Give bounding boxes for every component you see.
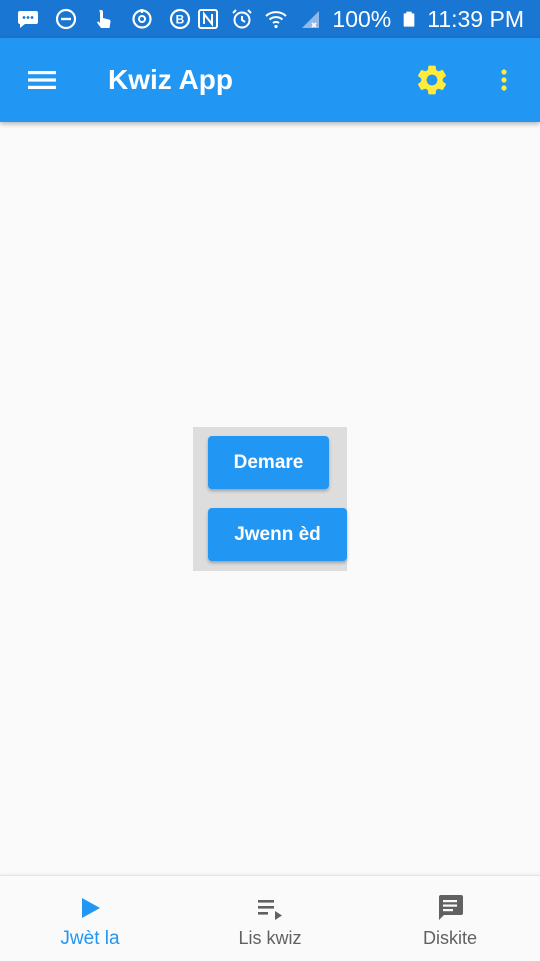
get-help-button[interactable]: Jwenn èd [208,508,347,561]
bottom-navigation: Jwèt la Lis kwiz Diskite [0,875,540,961]
alarm-icon [232,9,253,29]
start-button[interactable]: Demare [208,436,329,489]
clock: 11:39 PM [427,5,524,32]
messages-icon [18,11,38,28]
menu-icon[interactable] [24,62,60,98]
battery-percent: 100% [332,5,392,32]
sync-alarm-icon [132,9,152,29]
action-panel: Demare Jwenn èd [193,427,347,571]
nav-item-label: Lis kwiz [238,928,302,948]
status-bar: B 100% 11:39 PM [0,0,540,38]
notification-icons: B [16,6,192,32]
nav-item-label: Jwèt la [60,928,120,949]
playlist-play-icon [258,900,282,920]
more-vert-icon[interactable] [486,62,522,98]
nfc-icon [198,9,219,29]
app-title: Kwiz App [108,64,233,95]
chat-icon [439,895,463,920]
b-app-icon: B [169,8,191,30]
nav-item-quiz-list[interactable]: Lis kwiz [180,876,360,961]
do-not-disturb-icon [55,8,77,30]
gear-icon[interactable] [414,62,450,98]
nav-item-discuss[interactable]: Diskite [360,876,540,961]
touch-gesture-icon [97,9,111,28]
play-icon [82,898,100,918]
app-bar: Kwiz App [0,38,540,122]
wifi-icon [265,11,288,29]
svg-text:B: B [176,13,185,27]
system-icons: 100% 11:39 PM [196,0,524,38]
signal-icon [302,11,320,28]
nav-item-label: Diskite [422,928,477,948]
nav-item-game[interactable]: Jwèt la [0,876,180,961]
battery-icon [403,11,415,27]
